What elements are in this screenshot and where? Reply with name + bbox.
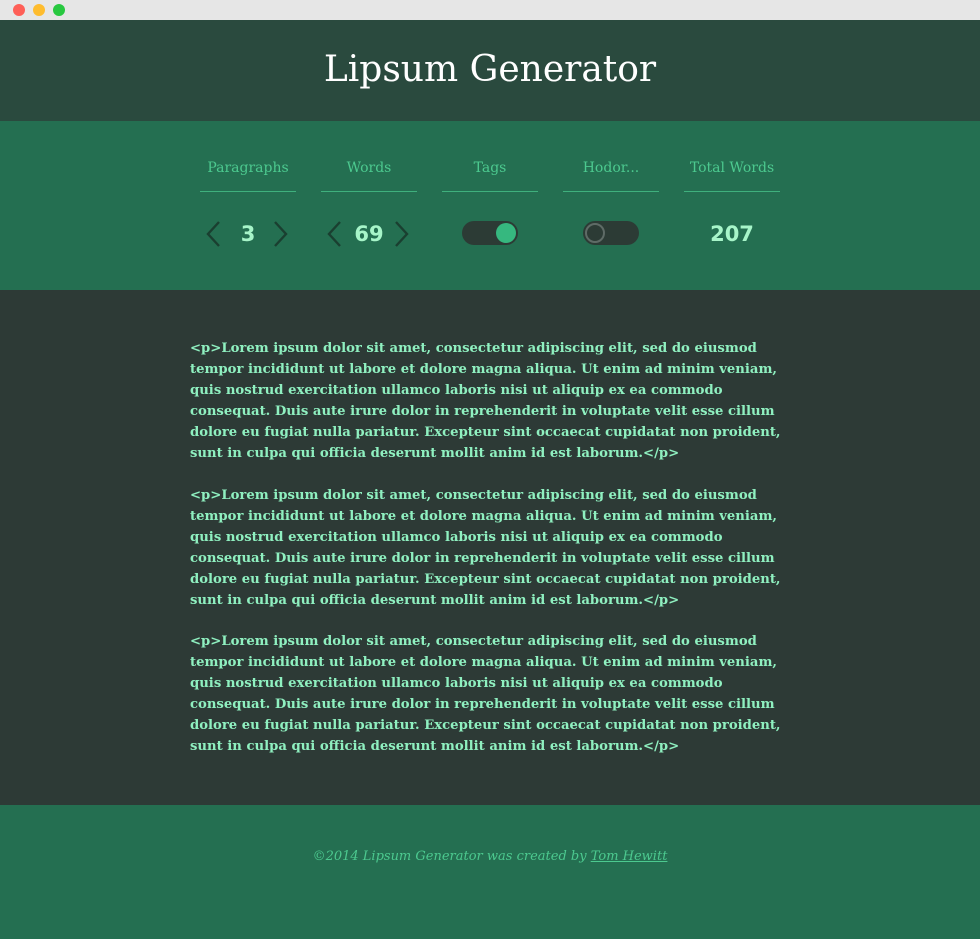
generated-paragraph: <p>Lorem ipsum dolor sit amet, consectet… [190,341,781,461]
words-decrement-chevron-left-icon[interactable] [325,220,343,248]
hodor-toggle[interactable] [583,221,639,245]
footer-credit: ©2014 Lipsum Generator was created by To… [0,847,980,867]
paragraphs-stepper: 3 [200,217,296,251]
tags-label: Tags [473,160,507,176]
paragraphs-divider [200,191,296,192]
window-close-button[interactable] [13,4,25,16]
footer-credit-text: ©2014 Lipsum Generator was created by [312,849,591,864]
hodor-divider [563,191,659,192]
tags-control: Tags [442,121,538,290]
words-value: 69 [354,222,384,246]
generated-paragraph: <p>Lorem ipsum dolor sit amet, consectet… [190,634,781,754]
total-words-divider [684,191,780,192]
author-link[interactable]: Tom Hewitt [591,849,668,864]
words-increment-chevron-right-icon[interactable] [393,220,411,248]
tags-toggle[interactable] [462,221,518,245]
window-minimize-button[interactable] [33,4,45,16]
hodor-label: Hodor... [582,160,640,176]
generator-controls: Paragraphs 3 Words 69 Tags Hodor... Tota… [0,121,980,290]
tags-toggle-knob [496,223,516,243]
words-control: Words 69 [321,121,417,290]
paragraphs-control: Paragraphs 3 [200,121,296,290]
hodor-toggle-knob [585,223,605,243]
tags-divider [442,191,538,192]
generated-text-area: <p>Lorem ipsum dolor sit amet, consectet… [0,290,980,805]
paragraphs-decrement-chevron-left-icon[interactable] [204,220,222,248]
window-titlebar [0,0,980,20]
paragraphs-label: Paragraphs [207,160,289,176]
words-divider [321,191,417,192]
total-words-control: Total Words 207 [684,121,780,290]
site-footer: ©2014 Lipsum Generator was created by To… [0,805,980,939]
paragraphs-increment-chevron-right-icon[interactable] [272,220,290,248]
paragraphs-value: 3 [240,222,256,246]
generated-paragraph: <p>Lorem ipsum dolor sit amet, consectet… [190,488,781,608]
window-maximize-button[interactable] [53,4,65,16]
site-header: Lipsum Generator [0,20,980,121]
hodor-control: Hodor... [563,121,659,290]
total-words-label: Total Words [689,160,775,176]
total-words-value: 207 [710,222,754,246]
words-stepper: 69 [321,217,417,251]
words-label: Words [346,160,392,176]
page-title: Lipsum Generator [323,49,657,90]
